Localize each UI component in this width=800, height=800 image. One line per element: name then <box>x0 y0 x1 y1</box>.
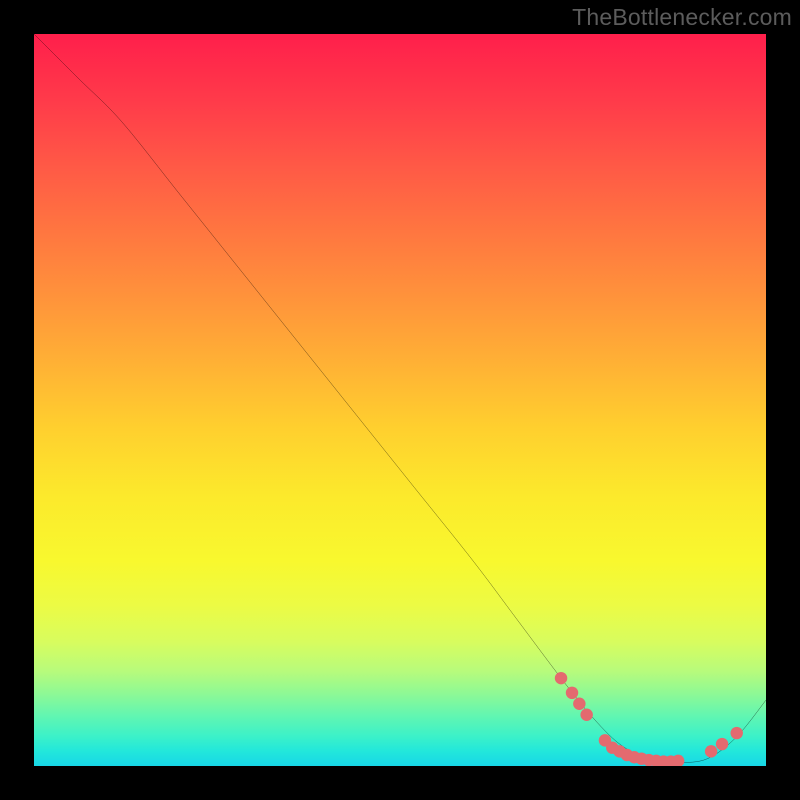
curve-marker <box>716 738 728 750</box>
curve-marker <box>555 672 567 684</box>
chart-svg <box>34 34 766 766</box>
markers <box>555 672 743 766</box>
chart-frame: TheBottlenecker.com <box>0 0 800 800</box>
curve-marker <box>573 698 585 710</box>
curve-marker <box>580 709 592 721</box>
curve-path <box>34 34 766 762</box>
plot-area <box>34 34 766 766</box>
curve-marker <box>705 745 717 757</box>
curve-marker <box>730 727 742 739</box>
curve-marker <box>566 687 578 699</box>
watermark-text: TheBottlenecker.com <box>572 4 792 31</box>
